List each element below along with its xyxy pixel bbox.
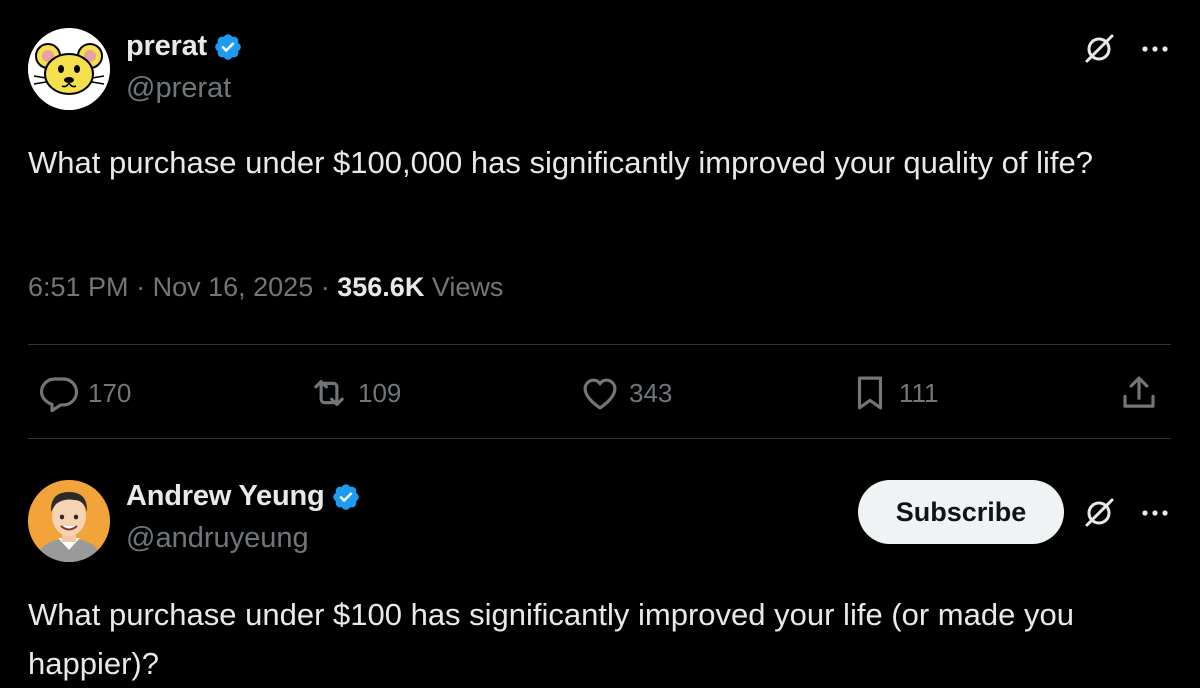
- reply-icon: [39, 377, 79, 413]
- repost-icon: [314, 380, 344, 406]
- bookmark-icon: [857, 376, 883, 410]
- author-handle[interactable]: @andruyeung: [126, 522, 309, 555]
- views-count: 356.6K: [337, 272, 425, 302]
- tweet-text: What purchase under $100,000 has signifi…: [28, 145, 1093, 180]
- man-avatar-icon: [28, 480, 110, 562]
- share-icon: [1123, 376, 1155, 408]
- views-label: Views: [431, 272, 504, 302]
- repost-button[interactable]: 109: [308, 360, 401, 426]
- author-name-row: Andrew Yeung: [126, 480, 361, 513]
- more-icon[interactable]: [1138, 496, 1172, 530]
- avatar[interactable]: [28, 28, 110, 110]
- action-bar: 170 109 343 111: [0, 360, 1200, 426]
- tweet-meta: 6:51 PM · Nov 16, 2025 · 356.6K Views: [28, 272, 503, 303]
- meta-separator: ·: [136, 272, 146, 302]
- avatar[interactable]: [28, 480, 110, 562]
- grok-icon[interactable]: [1082, 496, 1116, 530]
- tweet-time[interactable]: 6:51 PM: [28, 272, 129, 302]
- bookmark-count: 111: [899, 377, 939, 408]
- repost-count: 109: [358, 377, 402, 408]
- grok-icon[interactable]: [1082, 32, 1116, 66]
- like-count: 343: [629, 377, 673, 408]
- like-button[interactable]: 343: [579, 360, 672, 426]
- author-display-name[interactable]: Andrew Yeung: [126, 480, 325, 513]
- more-icon[interactable]: [1138, 32, 1172, 66]
- subscribe-button[interactable]: Subscribe: [858, 480, 1064, 544]
- meta-separator: ·: [320, 272, 330, 302]
- reply-button[interactable]: 170: [38, 360, 131, 426]
- rat-avatar-icon: [28, 28, 110, 110]
- divider: [28, 438, 1171, 439]
- reply-count: 170: [88, 377, 132, 408]
- tweet-text: What purchase under $100 has significant…: [28, 597, 1074, 681]
- author-display-name[interactable]: prerat: [126, 30, 207, 63]
- verified-badge-icon: [215, 33, 241, 60]
- verified-badge-icon: [332, 483, 359, 510]
- bookmark-button[interactable]: 111: [849, 360, 939, 426]
- heart-icon: [583, 378, 617, 410]
- tweet-date[interactable]: Nov 16, 2025: [153, 272, 314, 302]
- author-handle[interactable]: @prerat: [126, 72, 231, 105]
- author-name-row: prerat: [126, 30, 243, 63]
- divider: [28, 344, 1171, 345]
- share-button[interactable]: [1118, 360, 1160, 426]
